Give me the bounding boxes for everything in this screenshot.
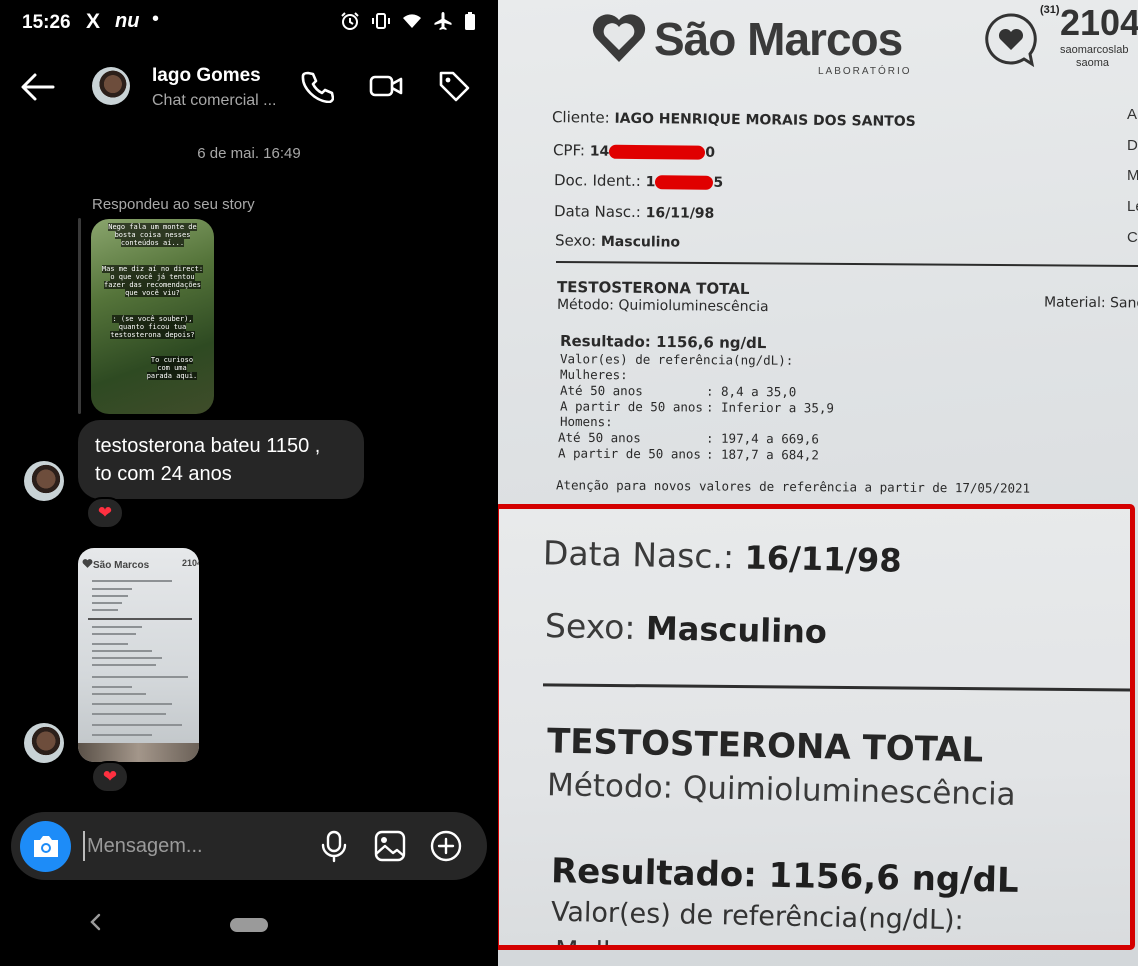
heart-logo-icon <box>82 559 93 568</box>
message-line: testosterona bateu 1150 , <box>95 435 321 457</box>
lab-logo: São Marcos LABORATÓRIO <box>590 6 920 77</box>
contact-name[interactable]: Iago Gomes <box>152 65 261 87</box>
exam-title: TESTOSTERONA TOTAL <box>556 277 750 299</box>
message-input[interactable] <box>83 831 283 861</box>
video-icon[interactable] <box>369 69 403 103</box>
message-composer <box>11 812 487 880</box>
mini-lab-logo: São Marcos <box>93 560 150 571</box>
zoom-exam-title: TESTOSTERONA TOTAL <box>546 721 984 771</box>
men-label: Homens: <box>559 413 613 430</box>
zoom-birthdate: Data Nasc.: 16/11/98 <box>542 533 902 580</box>
story-caption-1: Nego fala um monte de bosta coisa nesses c… <box>108 223 197 247</box>
reference-header: Valor(es) de referência(ng/dL): <box>559 351 794 368</box>
cut-off-text: M <box>1127 167 1138 184</box>
exam-result: Resultado: 1156,6 ng/dL <box>559 331 767 353</box>
lab-social: saoma <box>1076 57 1110 69</box>
reference-row-age: A partir de 50 anos <box>557 445 702 462</box>
cpf-field: CPF: 14 0 <box>552 141 716 161</box>
reference-row-age: Até 50 anos <box>557 429 641 446</box>
heart-icon: ❤ <box>97 503 113 522</box>
status-time: 15:26 <box>22 12 71 33</box>
divider <box>556 260 1138 268</box>
zoom-exam-method: Método: Quimioluminescência <box>546 767 1017 813</box>
sender-avatar[interactable] <box>24 723 64 763</box>
zoom-sex: Sexo: Masculino <box>544 606 828 651</box>
heart-icon: ❤ <box>102 767 118 786</box>
reference-row-range: : 8,4 a 35,0 <box>705 383 797 400</box>
birthdate-field: Data Nasc.: 16/11/98 <box>553 202 715 222</box>
nav-home-pill[interactable] <box>230 918 268 932</box>
message-line: to com 24 anos <box>95 463 232 485</box>
cliente-field: Cliente: IAGO HENRIQUE MORAIS DOS SANTOS <box>551 108 916 130</box>
phone-icon[interactable] <box>300 69 334 103</box>
cut-off-text: Le <box>1127 198 1138 215</box>
reference-row-age: A partir de 50 anos <box>559 398 704 415</box>
reference-row-age: Até 50 anos <box>559 382 643 399</box>
lab-subtitle: LABORATÓRIO <box>818 66 912 77</box>
reference-notice: Atenção para novos valores de referência… <box>555 477 1031 496</box>
zoom-reference-header: Valor(es) de referência(ng/dL): <box>550 896 965 937</box>
date-separator: 6 de mai. 16:49 <box>197 145 301 162</box>
heart-reaction[interactable]: ❤ <box>91 761 129 793</box>
zoom-cut-text: Mulheres: <box>555 936 688 945</box>
zoomed-highlight-box: Data Nasc.: 16/11/98 Sexo: Masculino TES… <box>498 504 1135 950</box>
story-caption-4: To curioso com uma parada aqui. <box>146 356 198 380</box>
camera-icon <box>34 836 58 857</box>
sex-field: Sexo: Masculino <box>554 231 681 251</box>
zoom-divider <box>542 683 1130 692</box>
microphone-icon[interactable] <box>317 829 351 863</box>
redaction-mark <box>609 144 706 160</box>
airplane-icon <box>434 12 452 30</box>
lab-phone-code: (31) <box>1040 4 1060 16</box>
lab-site: saomarcoslab <box>1060 44 1129 56</box>
chat-heart-icon <box>985 13 1037 68</box>
nubank-app-icon: nu <box>115 10 140 32</box>
story-reply-label: Respondeu ao seu story <box>92 196 255 213</box>
exam-method: Método: Quimioluminescência <box>556 296 769 316</box>
story-reply-bar <box>78 218 81 414</box>
reference-row-range: : 197,4 a 669,6 <box>705 430 819 447</box>
women-label: Mulheres: <box>559 366 628 383</box>
lab-report-image: São Marcos LABORATÓRIO (31) 2104 saomarc… <box>498 0 1138 966</box>
camera-button[interactable] <box>20 821 71 872</box>
tag-icon[interactable] <box>437 69 471 103</box>
story-thumbnail[interactable]: Nego fala um monte de bosta coisa nesses c… <box>91 219 214 414</box>
exam-material: Material: Sang <box>1043 294 1138 312</box>
battery-icon <box>465 12 475 30</box>
x-app-icon: X <box>86 10 101 33</box>
cut-off-text: C <box>1127 229 1138 246</box>
message-bubble[interactable]: testosterona bateu 1150 , to com 24 anos <box>78 420 364 499</box>
lab-name: São Marcos <box>654 13 903 65</box>
story-caption-2: Mas me diz aí no direct: o que você já te… <box>101 265 204 297</box>
heart-logo-icon <box>592 14 646 63</box>
contact-avatar[interactable] <box>92 67 130 105</box>
doc-ident-field: Doc. Ident.: 15 <box>553 171 724 191</box>
story-caption-3: : (se você souber), quanto ficou tua testo… <box>110 315 195 339</box>
status-bar: 15:26 X nu • <box>0 0 498 44</box>
back-arrow-icon[interactable] <box>20 71 56 103</box>
reference-row-range: : Inferior a 35,9 <box>705 399 834 416</box>
reference-row-range: : 187,7 a 684,2 <box>705 446 819 463</box>
chat-header: Iago Gomes Chat comercial ... <box>0 55 498 119</box>
mini-lab-phone: 2104 <box>182 558 199 568</box>
vibrate-icon <box>372 13 390 29</box>
notification-dot-icon: • <box>152 8 160 30</box>
alarm-icon <box>341 12 359 30</box>
plus-circle-icon[interactable] <box>429 829 463 863</box>
nav-back-icon[interactable] <box>88 912 102 932</box>
redaction-mark <box>655 174 714 190</box>
cut-off-text: D <box>1127 137 1138 154</box>
gallery-icon[interactable] <box>373 829 407 863</box>
wifi-icon <box>403 14 421 28</box>
chat-screen: 15:26 X nu • Iago Gomes Chat comercial .… <box>0 0 498 966</box>
zoom-exam-result: Resultado: 1156,6 ng/dL <box>550 851 1020 901</box>
cut-off-text: A <box>1127 106 1138 123</box>
contact-subtitle[interactable]: Chat comercial ... <box>152 92 276 110</box>
lab-phone: 2104 <box>1060 2 1138 43</box>
lab-report-photo-thumbnail[interactable]: São Marcos 2104 <box>78 548 199 762</box>
sender-avatar[interactable] <box>24 461 64 501</box>
heart-reaction[interactable]: ❤ <box>86 497 124 529</box>
